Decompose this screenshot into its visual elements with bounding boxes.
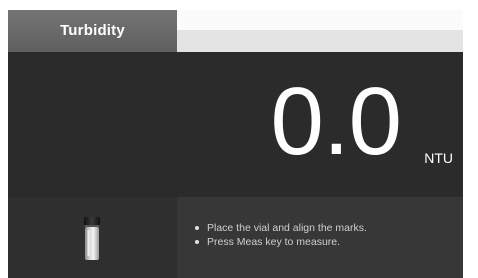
instruction-item: Place the vial and align the marks.	[194, 221, 367, 235]
vial-panel	[8, 197, 177, 278]
instruction-text: Press Meas key to measure.	[207, 236, 341, 248]
header-bar: Turbidity	[8, 10, 463, 52]
tab-label: Turbidity	[60, 21, 125, 39]
turbidity-screen: Turbidity 0.0 NTU Place the vial and ali…	[8, 10, 478, 278]
tab-turbidity[interactable]: Turbidity	[8, 10, 177, 52]
vial-icon	[84, 217, 100, 260]
instruction-item: Press Meas key to measure.	[194, 235, 367, 249]
instruction-panel: Place the vial and align the marks. Pres…	[177, 197, 463, 278]
reading-value: 0.0	[270, 68, 402, 175]
instruction-list: Place the vial and align the marks. Pres…	[194, 221, 367, 249]
bullet-icon	[195, 240, 199, 244]
header-spacer-bottom	[177, 30, 463, 52]
bullet-icon	[195, 226, 199, 230]
header-spacer-top	[177, 10, 463, 30]
reading-panel: 0.0 NTU	[8, 52, 463, 197]
instruction-text: Place the vial and align the marks.	[207, 222, 367, 234]
reading-unit: NTU	[424, 150, 453, 166]
